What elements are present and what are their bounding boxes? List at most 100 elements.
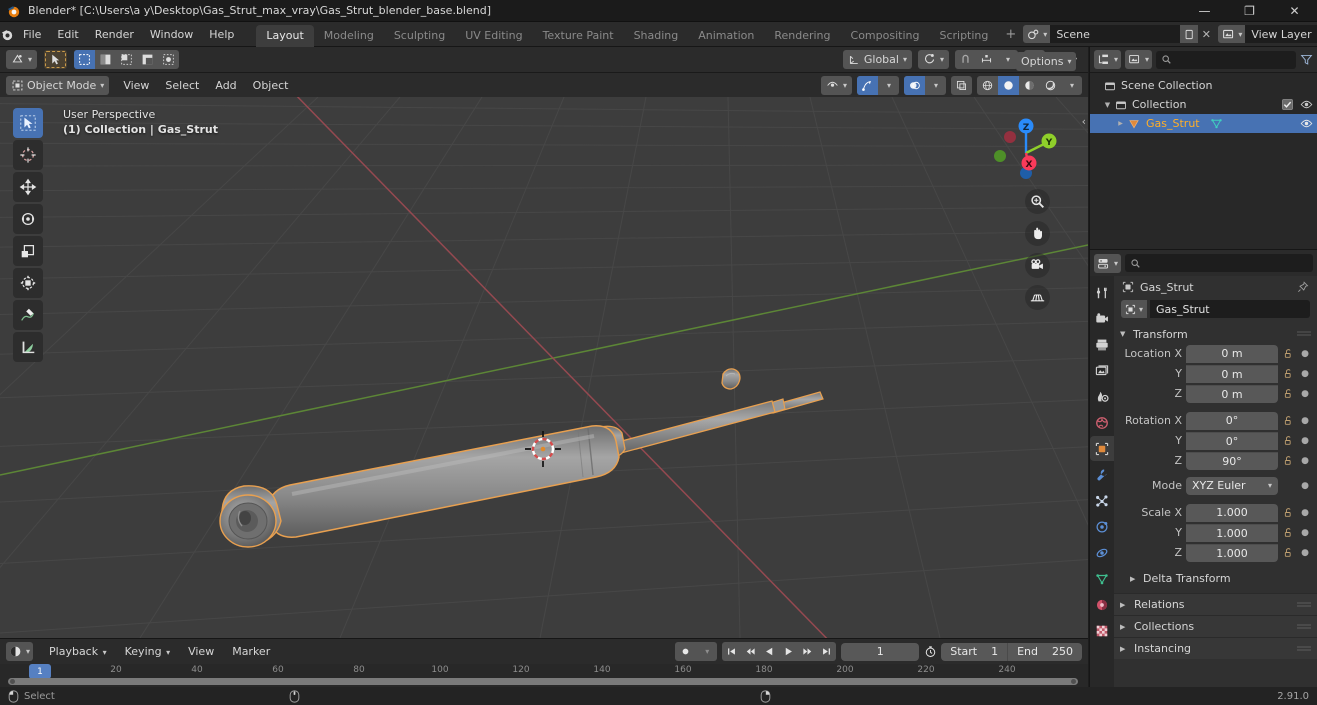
- collections-panel-header[interactable]: ▶ Collections: [1114, 615, 1317, 637]
- location-z-input[interactable]: 0 m: [1186, 384, 1278, 403]
- scale-z-input[interactable]: 1.000: [1186, 543, 1278, 562]
- show-overlays-icon[interactable]: [904, 75, 925, 95]
- lock-icon[interactable]: [1282, 368, 1295, 379]
- timeline-ruler[interactable]: 20 40 60 80 100 120 140 160 180 200 220 …: [0, 664, 1088, 679]
- jump-start-icon[interactable]: [722, 642, 741, 661]
- prev-keyframe-icon[interactable]: [741, 642, 760, 661]
- viewport-menu-object[interactable]: Object: [245, 76, 297, 95]
- tab-rendering[interactable]: Rendering: [764, 25, 840, 47]
- pan-hand-icon[interactable]: [1025, 221, 1050, 246]
- tool-tab[interactable]: [1090, 280, 1114, 305]
- outliner-display-mode-button[interactable]: ▾: [1125, 50, 1153, 69]
- select-set-icon[interactable]: [95, 50, 116, 69]
- properties-editor-type-button[interactable]: ▾: [1094, 253, 1122, 273]
- play-reverse-icon[interactable]: [760, 642, 779, 661]
- lock-icon[interactable]: [1282, 348, 1295, 359]
- pin-icon[interactable]: [1297, 281, 1309, 293]
- location-x-input[interactable]: 0 m: [1186, 344, 1278, 363]
- auto-keying-icon[interactable]: [675, 642, 696, 661]
- play-icon[interactable]: [779, 642, 798, 661]
- timeline-menu-view[interactable]: View: [180, 642, 222, 661]
- animate-property-icon[interactable]: ●: [1299, 349, 1311, 359]
- render-tab[interactable]: [1090, 306, 1114, 331]
- output-tab[interactable]: [1090, 332, 1114, 357]
- outliner-row-collection[interactable]: ▼ Collection: [1090, 95, 1317, 114]
- menu-window[interactable]: Window: [142, 25, 201, 44]
- solid-shading-icon[interactable]: [998, 75, 1019, 95]
- toggle-xray-icon[interactable]: [951, 76, 972, 95]
- material-preview-shading-icon[interactable]: [1019, 76, 1040, 95]
- lock-icon[interactable]: [1282, 527, 1295, 538]
- cursor-tool[interactable]: [13, 140, 43, 170]
- animate-property-icon[interactable]: ●: [1299, 389, 1311, 399]
- tab-animation[interactable]: Animation: [688, 25, 764, 47]
- animate-property-icon[interactable]: ●: [1299, 528, 1311, 538]
- disclosure-triangle-icon[interactable]: ▶: [1114, 120, 1127, 127]
- viewport-menu-add[interactable]: Add: [207, 76, 244, 95]
- lock-icon[interactable]: [1282, 455, 1295, 466]
- disclosure-triangle-icon[interactable]: ▼: [1101, 101, 1114, 109]
- location-y-input[interactable]: 0 m: [1186, 364, 1278, 383]
- mesh-data-icon[interactable]: [1210, 117, 1223, 130]
- view-layer-name-field[interactable]: View Layer: [1245, 25, 1317, 43]
- timeline-menu-keying[interactable]: Keying ▾: [117, 642, 178, 661]
- menu-help[interactable]: Help: [201, 25, 242, 44]
- scale-y-input[interactable]: 1.000: [1186, 523, 1278, 542]
- transform-orientation-button[interactable]: Global ▾: [842, 50, 912, 69]
- rotate-tool[interactable]: [13, 204, 43, 234]
- object-tab[interactable]: [1090, 436, 1114, 461]
- chevron-down-icon[interactable]: ▾: [696, 642, 717, 661]
- tab-scripting[interactable]: Scripting: [929, 25, 998, 47]
- relations-panel-header[interactable]: ▶ Relations: [1114, 593, 1317, 615]
- scene-selector[interactable]: ▾ Scene ✕: [1023, 25, 1215, 43]
- maximize-button[interactable]: ❐: [1227, 0, 1272, 22]
- select-extend-icon[interactable]: [116, 50, 137, 69]
- physics-tab[interactable]: [1090, 514, 1114, 539]
- snap-target-icon[interactable]: [976, 50, 997, 69]
- select-box-icon[interactable]: [74, 50, 96, 69]
- playhead[interactable]: 1: [29, 664, 51, 679]
- scale-tool[interactable]: [13, 236, 43, 266]
- timeline-editor-type-button[interactable]: ▾: [6, 642, 34, 661]
- animate-property-icon[interactable]: ●: [1299, 508, 1311, 518]
- new-scene-button[interactable]: [1180, 25, 1199, 43]
- move-tool[interactable]: [13, 172, 43, 202]
- chevron-down-icon[interactable]: ▾: [878, 76, 899, 95]
- annotate-tool[interactable]: [13, 300, 43, 330]
- scale-x-input[interactable]: 1.000: [1186, 503, 1278, 522]
- texture-tab[interactable]: [1090, 618, 1114, 643]
- rendered-shading-icon[interactable]: [1040, 76, 1061, 95]
- lock-icon[interactable]: [1282, 507, 1295, 518]
- constraints-tab[interactable]: [1090, 540, 1114, 565]
- visibility-eye-icon[interactable]: [1300, 98, 1313, 111]
- select-difference-icon[interactable]: [158, 50, 179, 69]
- outliner-search-input[interactable]: [1156, 50, 1296, 69]
- editor-type-button[interactable]: ▾: [6, 50, 38, 69]
- view-layer-selector[interactable]: ▾ View Layer ✕: [1218, 25, 1317, 43]
- scene-icon[interactable]: ▾: [1023, 25, 1051, 43]
- collection-checkbox[interactable]: [1282, 99, 1293, 110]
- modifier-tab[interactable]: [1090, 462, 1114, 487]
- object-mode-dropdown[interactable]: Object Mode ▾: [6, 75, 110, 95]
- tab-texture-paint[interactable]: Texture Paint: [533, 25, 624, 47]
- tab-shading[interactable]: Shading: [624, 25, 689, 47]
- visibility-button[interactable]: ▾: [820, 75, 852, 95]
- animate-property-icon[interactable]: ●: [1299, 436, 1311, 446]
- timeline-scrollbar[interactable]: [8, 678, 1078, 685]
- chevron-down-icon[interactable]: ▾: [925, 76, 946, 95]
- animate-property-icon[interactable]: ●: [1299, 416, 1311, 426]
- animate-property-icon[interactable]: ●: [1299, 481, 1311, 491]
- select-box-tool[interactable]: [13, 108, 43, 138]
- rotation-z-input[interactable]: 90°: [1186, 451, 1278, 470]
- menu-file[interactable]: File: [15, 25, 49, 44]
- blender-menu-icon[interactable]: [0, 22, 15, 47]
- camera-icon[interactable]: [1025, 253, 1050, 278]
- lock-icon[interactable]: [1282, 435, 1295, 446]
- measure-tool[interactable]: [13, 332, 43, 362]
- object-data-tab[interactable]: [1090, 566, 1114, 591]
- viewport-menu-select[interactable]: Select: [157, 76, 207, 95]
- remove-scene-button[interactable]: ✕: [1198, 25, 1215, 43]
- add-workspace-button[interactable]: +: [998, 24, 1023, 45]
- snap-magnet-icon[interactable]: [955, 50, 976, 69]
- tab-compositing[interactable]: Compositing: [841, 25, 930, 47]
